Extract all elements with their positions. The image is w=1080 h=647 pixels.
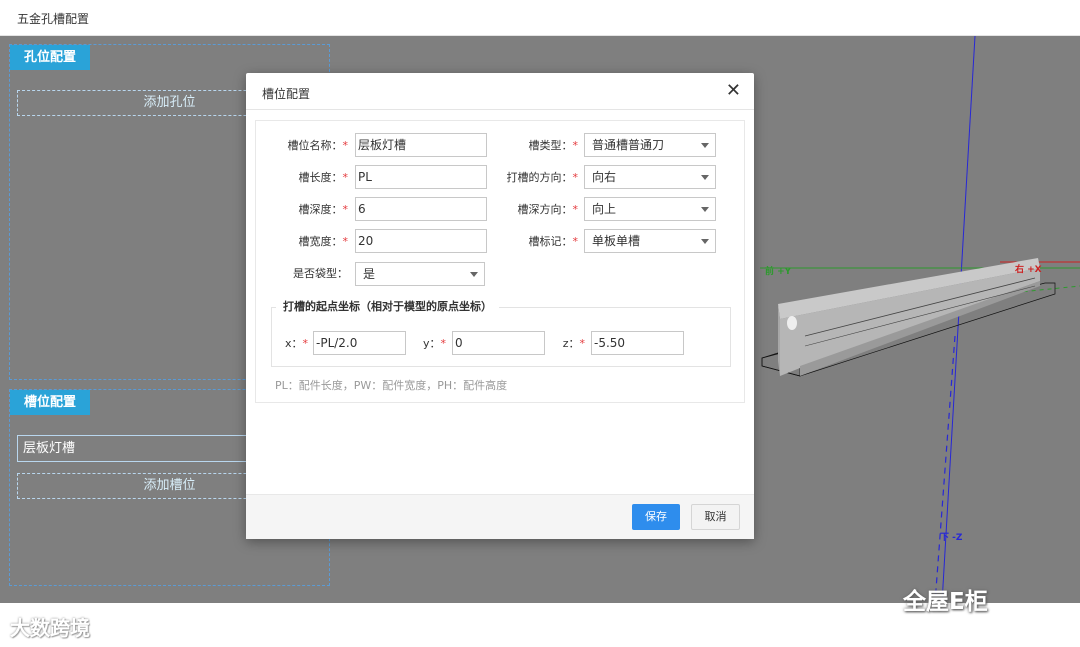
- axis-label-front-y: 前 +Y: [765, 265, 792, 277]
- field-label-pocket: 是否袋型：: [293, 267, 348, 280]
- hole-config-title: 孔位配置: [10, 45, 91, 70]
- save-button[interactable]: 保存: [632, 504, 680, 530]
- panel-outline: [761, 282, 1056, 377]
- slot-name-input[interactable]: 层板灯槽: [355, 133, 487, 157]
- chevron-down-icon: [701, 175, 709, 180]
- part-end-face: [778, 304, 780, 376]
- slot-depth-input[interactable]: 6: [355, 197, 487, 221]
- slot-line: [804, 277, 1036, 337]
- field-label-width: 槽宽度：*: [298, 235, 349, 248]
- field-label-x: x：*: [284, 337, 308, 350]
- depth-direction-select[interactable]: 向上: [584, 197, 716, 221]
- field-label-z: z：*: [562, 337, 585, 350]
- pocket-select[interactable]: 是: [355, 262, 485, 286]
- watermark-right: 全屋E柜: [903, 589, 988, 615]
- panel-outline-end: [761, 345, 801, 377]
- origin-x-input[interactable]: -PL/2.0: [313, 331, 406, 355]
- slot-config-dialog: 槽位配置 ✕ 槽位名称：* 层板灯槽 槽长度：* PL 槽深度：* 6 槽宽度：…: [246, 73, 754, 539]
- slot-form: 槽位名称：* 层板灯槽 槽长度：* PL 槽深度：* 6 槽宽度：* 20 是否…: [255, 120, 745, 403]
- slot-line-2: [804, 285, 1036, 347]
- chevron-down-icon: [701, 207, 709, 212]
- part-front-face: [780, 268, 1040, 376]
- field-label-name: 槽位名称：*: [287, 139, 349, 152]
- field-label-mark: 槽标记：*: [528, 235, 579, 248]
- slot-width-input[interactable]: 20: [355, 229, 487, 253]
- part-top-face: [778, 258, 1040, 319]
- origin-z-input[interactable]: -5.50: [591, 331, 684, 355]
- x-axis-dashed: [959, 285, 1080, 299]
- cancel-button[interactable]: 取消: [691, 504, 740, 530]
- field-label-depth: 槽深度：*: [298, 203, 349, 216]
- window-title: 五金孔槽配置: [17, 12, 90, 26]
- window-titlebar: 五金孔槽配置: [0, 0, 1080, 36]
- field-label-depth-direction: 槽深方向：*: [517, 203, 579, 216]
- chevron-down-icon: [701, 143, 709, 148]
- dimension-hint: PL：配件长度，PW：配件宽度，PH：配件高度: [275, 379, 508, 392]
- slot-length-input[interactable]: PL: [355, 165, 487, 189]
- watermark-left: 大数跨境: [10, 616, 90, 640]
- axis-label-right-x: 右 +X: [1014, 263, 1042, 275]
- slot-type-select[interactable]: 普通槽普通刀: [584, 133, 716, 157]
- chevron-down-icon: [701, 239, 709, 244]
- slot-config-title: 槽位配置: [10, 390, 91, 415]
- origin-y-input[interactable]: 0: [452, 331, 545, 355]
- hole-marker: [787, 316, 797, 330]
- part-bottom-edge: [800, 281, 1040, 376]
- dialog-footer: 保存 取消: [246, 494, 754, 539]
- origin-legend: 打槽的起点坐标（相对于模型的原点坐标）: [276, 298, 499, 314]
- dialog-header: 槽位配置 ✕: [246, 73, 754, 110]
- field-label-direction: 打槽的方向：*: [506, 171, 579, 184]
- z-axis-negative-line: [934, 335, 956, 603]
- axis-label-down-z: 下 -Z: [940, 532, 963, 543]
- close-icon[interactable]: ✕: [726, 82, 741, 100]
- field-label-length: 槽长度：*: [298, 171, 349, 184]
- slot-mark-select[interactable]: 单板单槽: [584, 229, 716, 253]
- slot-direction-select[interactable]: 向右: [584, 165, 716, 189]
- field-label-y: y：*: [422, 337, 446, 350]
- chevron-down-icon: [470, 272, 478, 277]
- z-axis-line: [941, 36, 976, 603]
- field-label-type: 槽类型：*: [528, 139, 579, 152]
- dialog-title: 槽位配置: [262, 87, 311, 101]
